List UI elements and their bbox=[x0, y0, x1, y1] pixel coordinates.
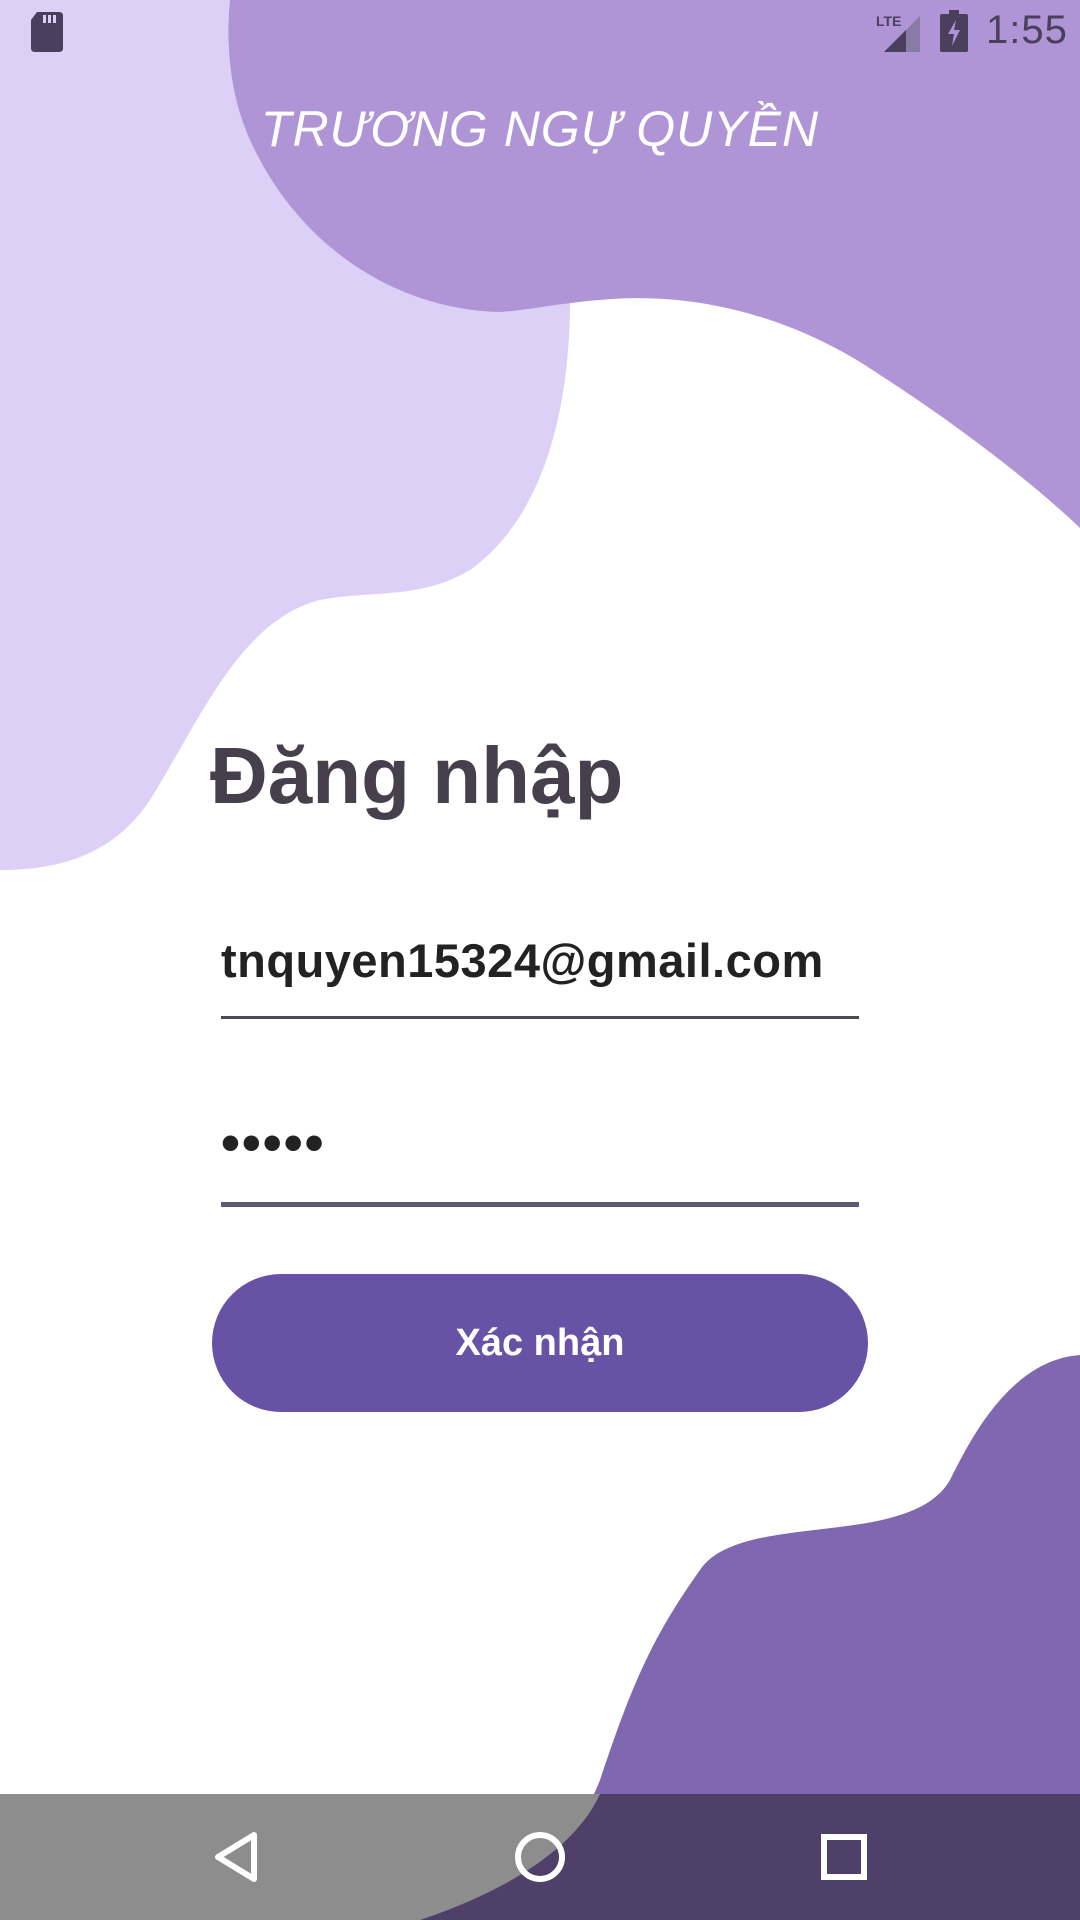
navigation-bar bbox=[0, 1794, 1080, 1920]
home-icon bbox=[515, 1832, 565, 1882]
sd-card-icon bbox=[31, 12, 63, 52]
battery-charging-icon bbox=[940, 10, 968, 52]
confirm-button[interactable]: Xác nhận bbox=[212, 1274, 868, 1412]
password-field-container bbox=[221, 1108, 859, 1207]
status-bar: LTE 1:55 bbox=[0, 0, 1080, 63]
email-field[interactable] bbox=[221, 925, 859, 995]
home-button[interactable] bbox=[460, 1794, 620, 1920]
back-button[interactable] bbox=[156, 1794, 316, 1920]
email-underline bbox=[221, 1016, 859, 1019]
back-icon bbox=[215, 1832, 257, 1882]
recents-button[interactable] bbox=[764, 1794, 924, 1920]
password-field[interactable] bbox=[221, 1108, 859, 1178]
password-underline bbox=[221, 1202, 859, 1207]
network-label: LTE bbox=[876, 13, 901, 29]
lte-signal-icon: LTE bbox=[876, 13, 920, 52]
status-time: 1:55 bbox=[986, 8, 1068, 52]
app-title: TRƯƠNG NGỰ QUYỀN bbox=[260, 101, 820, 157]
login-screen: LTE 1:55 TRƯƠNG NGỰ QUYỀN Đăng nhập Xác … bbox=[0, 0, 1080, 1920]
email-field-container bbox=[221, 925, 859, 1019]
recents-icon bbox=[821, 1834, 867, 1880]
login-title: Đăng nhập bbox=[210, 731, 624, 820]
